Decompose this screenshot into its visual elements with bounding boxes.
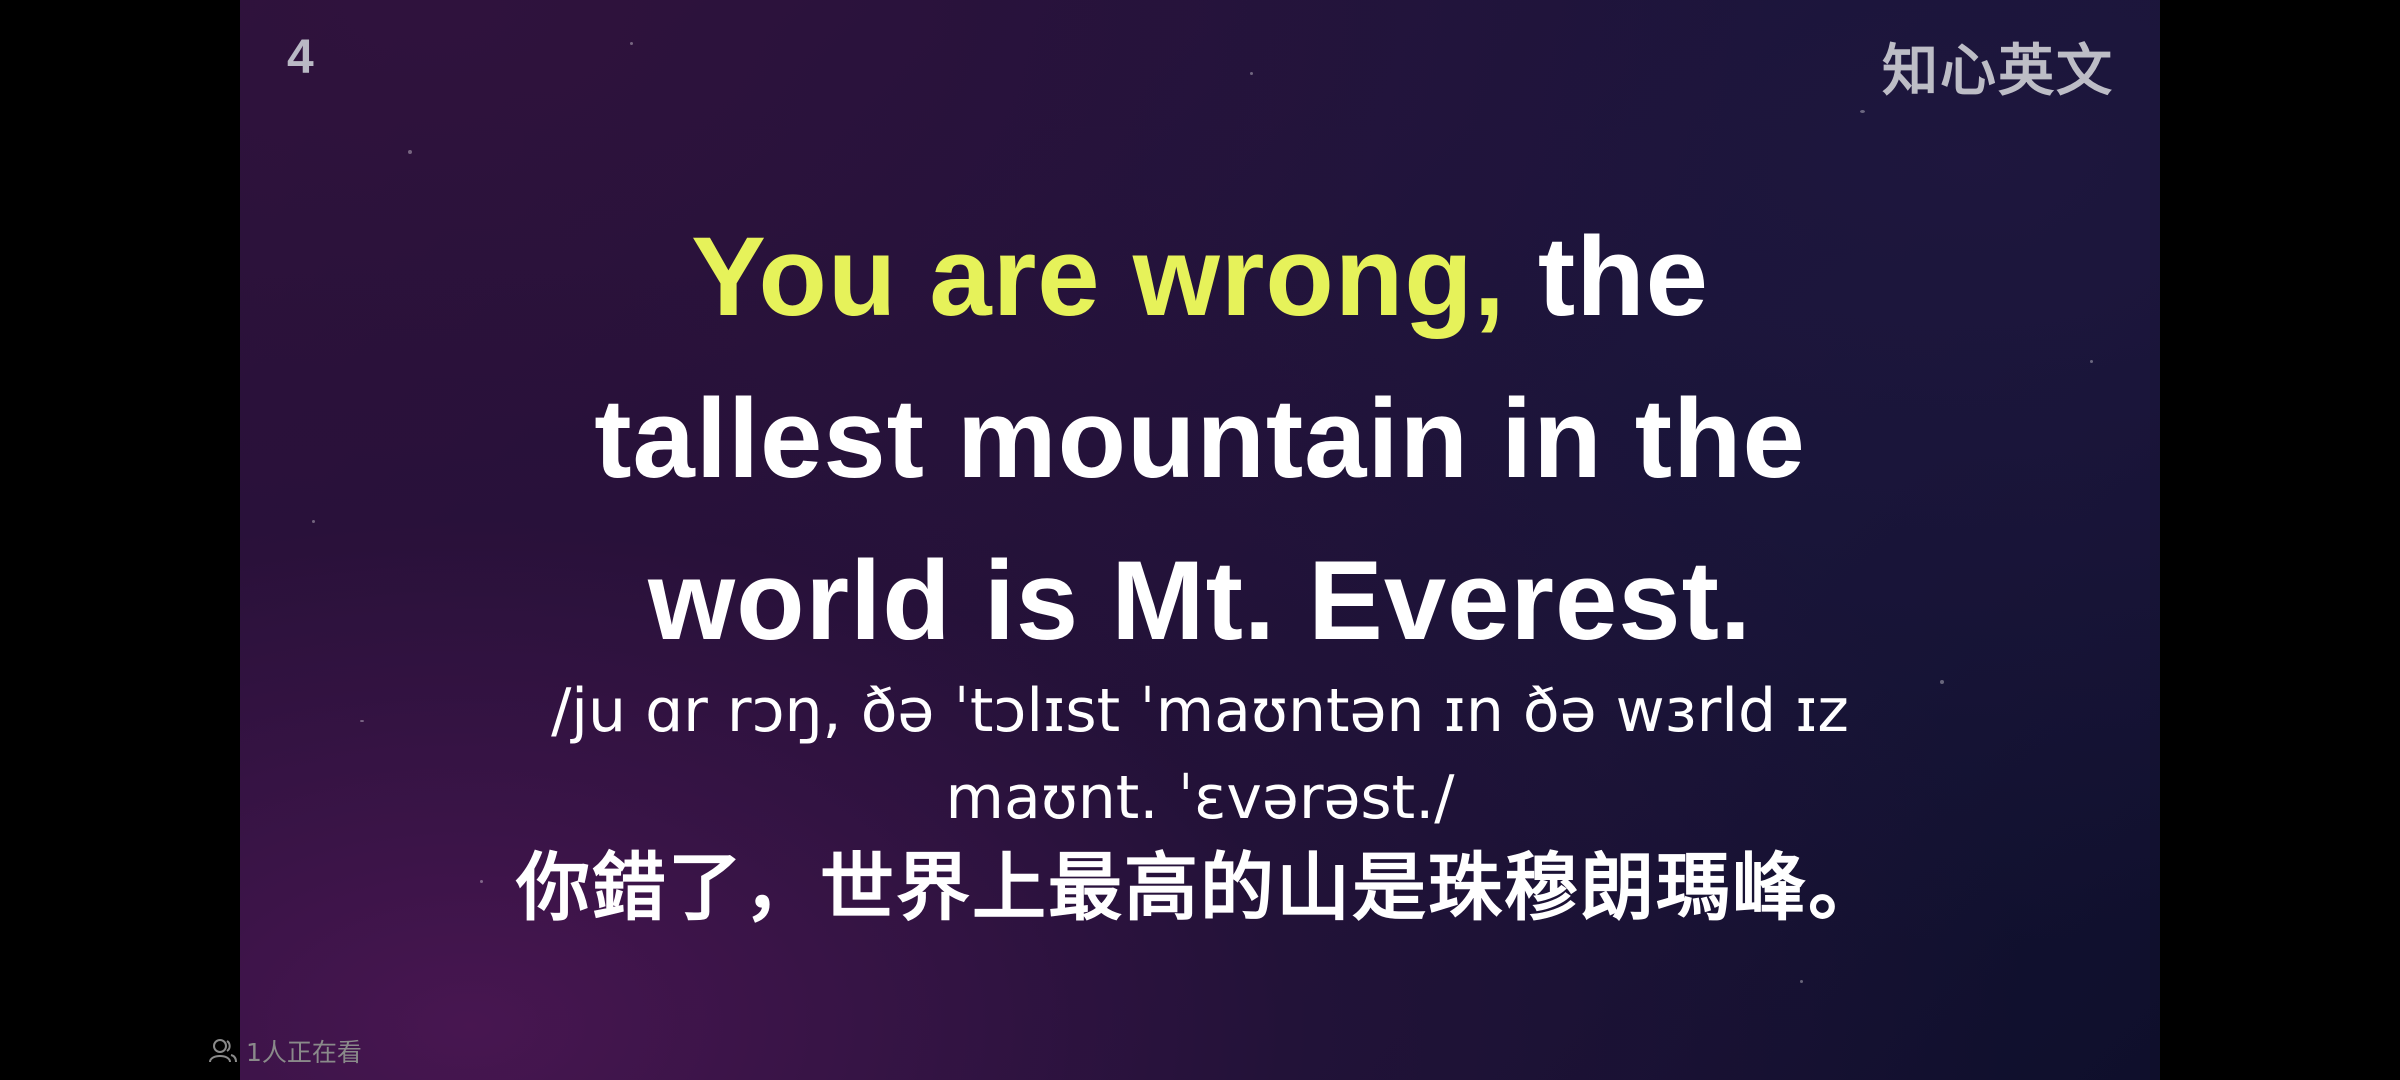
- background-speck: [630, 42, 633, 45]
- video-frame[interactable]: 4 知心英文 You are wrong, the tallest mounta…: [240, 0, 2160, 1080]
- background-speck: [1800, 980, 1803, 983]
- english-line-1: You are wrong, the: [240, 196, 2160, 358]
- viewer-count-text: 1人正在看: [246, 1038, 362, 1067]
- english-line-1-rest: the: [1505, 214, 1709, 339]
- ipa-line-1: /ju ɑr rɔŋ, ðə ˈtɔlɪst ˈmaʊntən ɪn ðə wɜ…: [551, 676, 1849, 746]
- slide-number: 4: [287, 31, 314, 84]
- brand-watermark: 知心英文: [1882, 39, 2114, 104]
- english-line-3: world is Mt. Everest.: [648, 538, 1752, 663]
- viewer-count: 1人正在看: [208, 1036, 362, 1067]
- background-speck: [408, 150, 412, 154]
- people-icon: [209, 1039, 237, 1063]
- english-sentence: You are wrong, the tallest mountain in t…: [240, 196, 2160, 682]
- background-speck: [1250, 72, 1253, 75]
- background-speck: [1860, 110, 1865, 113]
- english-line-2: tallest mountain in the: [594, 376, 1806, 501]
- chinese-translation: 你錯了，世界上最高的山是珠穆朗瑪峰。: [516, 845, 1884, 931]
- ipa-line-2: maʊnt. ˈɛvərəst./: [945, 763, 1455, 833]
- highlighted-phrase: You are wrong,: [691, 214, 1506, 339]
- ipa-transcription: /ju ɑr rɔŋ, ðə ˈtɔlɪst ˈmaʊntən ɪn ðə wɜ…: [240, 668, 2160, 842]
- player-stage[interactable]: 4 知心英文 You are wrong, the tallest mounta…: [0, 0, 2400, 1080]
